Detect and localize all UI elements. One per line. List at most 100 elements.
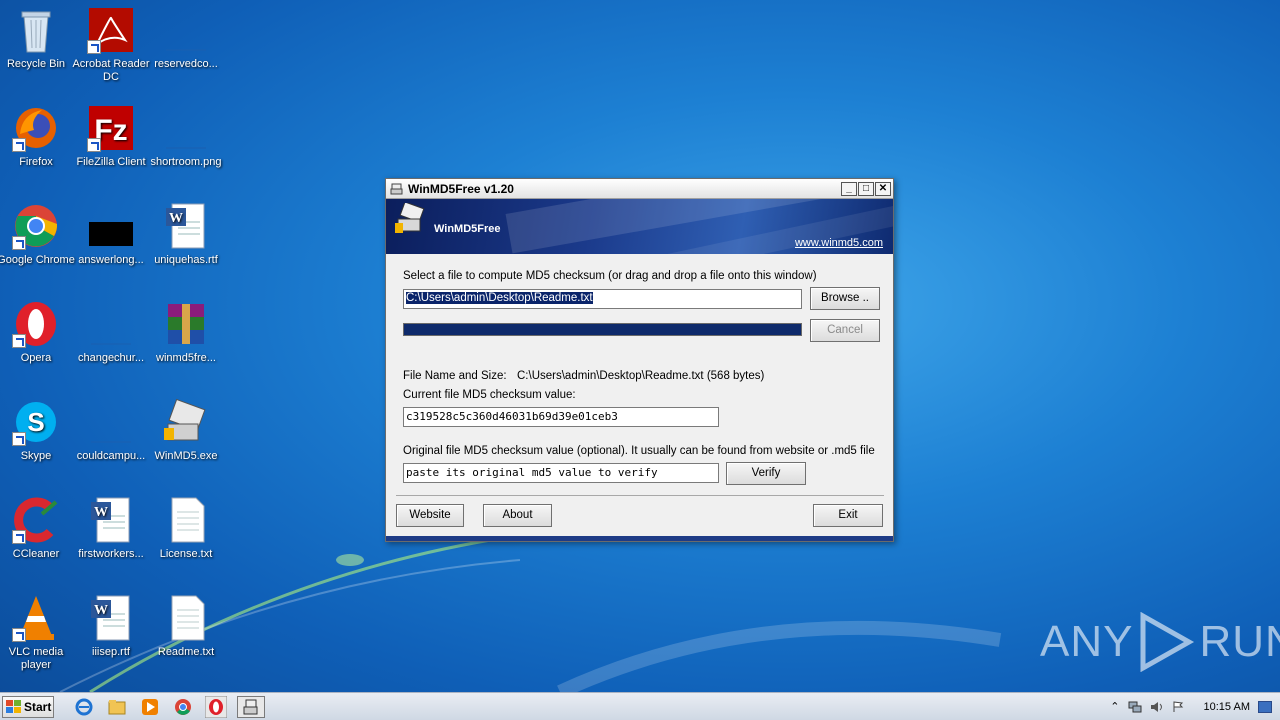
shortcut-arrow-icon: [87, 40, 101, 54]
desktop-icon-uniquehas[interactable]: W uniquehas.rtf: [147, 202, 225, 267]
exit-button[interactable]: Exit: [813, 504, 883, 527]
filezilla-icon: Fz: [87, 104, 135, 152]
desktop-icon-label: Recycle Bin: [6, 58, 66, 70]
desktop-icon-license[interactable]: License.txt: [147, 496, 225, 561]
desktop-icon-vlc[interactable]: VLC media player: [0, 594, 75, 672]
desktop-icon-firefox[interactable]: Firefox: [0, 104, 75, 169]
opera-icon: [12, 300, 60, 348]
current-md5-field[interactable]: c319528c5c360d46031b69d39e01ceb3: [403, 407, 719, 427]
volume-icon[interactable]: [1150, 701, 1164, 713]
verify-button[interactable]: Verify: [726, 462, 806, 485]
desktop-icon-chrome[interactable]: Google Chrome: [0, 202, 75, 267]
image-file-icon: [162, 104, 210, 152]
current-md5-label: Current file MD5 checksum value:: [403, 389, 576, 401]
desktop-icon-label: Google Chrome: [0, 254, 75, 266]
word-document-icon: W: [87, 594, 135, 642]
desktop-icon-label: reservedco...: [154, 58, 218, 70]
taskbar-chrome[interactable]: [171, 696, 195, 718]
desktop-icon-label: Firefox: [19, 156, 53, 168]
window-titlebar[interactable]: WinMD5Free v1.20 _ □ ✕: [386, 179, 893, 199]
desktop-icon-recycle-bin[interactable]: Recycle Bin: [0, 6, 75, 71]
desktop-icon-label: CCleaner: [12, 548, 60, 560]
browse-button[interactable]: Browse ..: [810, 287, 880, 310]
desktop-icon-label: couldcampu...: [76, 450, 146, 462]
progress-fill: [404, 324, 801, 335]
winmd5-app-icon: [243, 699, 258, 714]
desktop-icon-shortroom[interactable]: shortroom.png: [147, 104, 225, 169]
desktop-icon-label: uniquehas.rtf: [154, 254, 218, 266]
show-desktop-button[interactable]: [1258, 700, 1272, 713]
desktop-icon-label: FileZilla Client: [76, 156, 146, 168]
action-center-flag-icon[interactable]: [1172, 700, 1184, 713]
desktop-icon-changechur[interactable]: changechur...: [72, 300, 150, 365]
app-banner: WinMD5Free www.winmd5.com: [386, 199, 893, 254]
desktop-icon-opera[interactable]: Opera: [0, 300, 75, 365]
text-file-icon: [162, 594, 210, 642]
internet-explorer-icon: [75, 698, 93, 715]
winmd5-logo-icon: [395, 203, 425, 233]
desktop-icon-winmd5-exe[interactable]: WinMD5.exe: [147, 398, 225, 463]
window-bottom-bar: [386, 536, 893, 541]
desktop-icon-acrobat[interactable]: Acrobat Reader DC: [72, 6, 150, 84]
acrobat-icon: [87, 6, 135, 54]
anyrun-watermark: ANY RUN: [1040, 612, 1280, 672]
cancel-button[interactable]: Cancel: [810, 319, 880, 342]
windows-logo-icon: [6, 699, 21, 713]
watermark-right: RUN: [1199, 617, 1280, 666]
minimize-button[interactable]: _: [841, 181, 857, 196]
taskbar-clock[interactable]: 10:15 AM: [1204, 701, 1250, 713]
desktop-icon-answerlong[interactable]: answerlong...: [72, 202, 150, 267]
taskbar-media-player[interactable]: [138, 696, 162, 718]
desktop-icon-reservedco[interactable]: reservedco...: [147, 6, 225, 71]
original-md5-label: Original file MD5 checksum value (option…: [403, 445, 875, 457]
website-link[interactable]: www.winmd5.com: [795, 237, 883, 249]
desktop-icon-couldcampu[interactable]: couldcampu...: [72, 398, 150, 463]
start-button[interactable]: Start: [2, 695, 54, 718]
window-title: WinMD5Free v1.20: [408, 181, 514, 196]
file-name-size-label: File Name and Size:: [403, 370, 507, 382]
file-path-input[interactable]: C:\Users\admin\Desktop\Readme.txt: [403, 289, 802, 309]
maximize-button[interactable]: □: [858, 181, 874, 196]
opera-icon: [205, 695, 227, 718]
desktop-icon-readme[interactable]: Readme.txt: [147, 594, 225, 659]
shortcut-arrow-icon: [87, 138, 101, 152]
skype-icon: S: [12, 398, 60, 446]
about-button[interactable]: About: [483, 504, 552, 527]
desktop-icon-label: WinMD5.exe: [154, 450, 218, 462]
word-document-icon: W: [87, 496, 135, 544]
shortcut-arrow-icon: [12, 334, 26, 348]
file-name-size-value: C:\Users\admin\Desktop\Readme.txt (568 b…: [517, 370, 765, 382]
image-file-icon: [87, 202, 135, 250]
image-file-icon: [87, 398, 135, 446]
taskbar-ie[interactable]: [72, 696, 96, 718]
desktop-icon-skype[interactable]: S Skype: [0, 398, 75, 463]
original-md5-input[interactable]: paste its original md5 value to verify: [403, 463, 719, 483]
close-button[interactable]: ✕: [875, 181, 891, 196]
desktop-icon-ccleaner[interactable]: CCleaner: [0, 496, 75, 561]
select-file-label: Select a file to compute MD5 checksum (o…: [403, 270, 817, 282]
svg-text:W: W: [94, 505, 108, 520]
svg-text:W: W: [169, 211, 183, 226]
watermark-left: ANY: [1040, 617, 1134, 666]
recycle-bin-icon: [12, 6, 60, 54]
desktop-icon-filezilla[interactable]: Fz FileZilla Client: [72, 104, 150, 169]
progress-bar: [403, 323, 802, 336]
image-file-icon: [162, 6, 210, 54]
svg-text:W: W: [94, 603, 108, 618]
taskbar-winmd5[interactable]: [237, 695, 265, 718]
taskbar-opera[interactable]: [204, 695, 228, 718]
desktop-icon-firstworkers[interactable]: W firstworkers...: [72, 496, 150, 561]
folder-icon: [108, 699, 126, 714]
taskbar-explorer[interactable]: [105, 696, 129, 718]
shortcut-arrow-icon: [12, 530, 26, 544]
desktop-icon-winmd5free-archive[interactable]: winmd5fre...: [147, 300, 225, 365]
desktop-icon-label: iiisep.rtf: [92, 646, 130, 658]
banner-app-name: WinMD5Free: [434, 223, 501, 235]
tray-expand-icon[interactable]: ⌃: [1110, 700, 1119, 713]
text-file-icon: [162, 496, 210, 544]
winmd5-app-icon: [162, 398, 210, 446]
website-button[interactable]: Website: [396, 504, 464, 527]
separator: [396, 495, 884, 496]
desktop-icon-iiisep[interactable]: W iiisep.rtf: [72, 594, 150, 659]
network-icon[interactable]: [1128, 701, 1142, 713]
